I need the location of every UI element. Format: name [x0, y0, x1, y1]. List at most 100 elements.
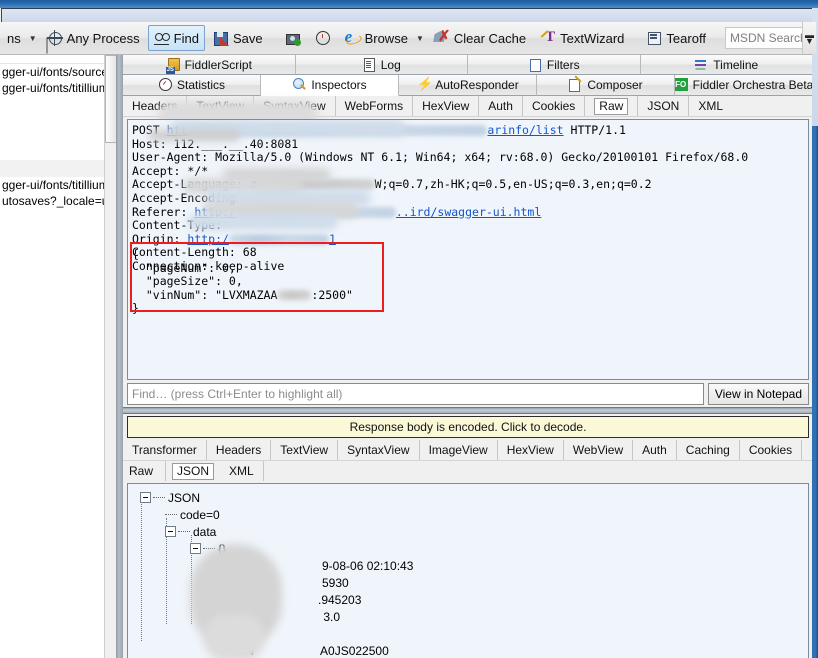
- toolbar-overflow-button[interactable]: ▬ ▼: [802, 22, 816, 54]
- tab-label: Auth: [642, 443, 667, 457]
- tree-node-field[interactable]: 9-08-06 02:10:43: [136, 557, 808, 574]
- textwizard-button[interactable]: TextWizard: [534, 25, 630, 51]
- tab-log[interactable]: Log: [295, 55, 468, 75]
- find-input[interactable]: Find… (press Ctrl+Enter to highlight all…: [127, 383, 704, 405]
- tab-fiddler-orchestra[interactable]: Fiddler Orchestra Beta: [675, 75, 812, 96]
- clear-cache-button[interactable]: Clear Cache: [428, 25, 532, 51]
- tree-node-object[interactable]: {}: [136, 540, 808, 557]
- request-tab-json[interactable]: JSON: [638, 96, 690, 116]
- tab-composer[interactable]: Composer: [537, 75, 675, 96]
- tree-field-value: 9-08-06 02:10:43: [322, 558, 414, 573]
- tree-dots: [215, 598, 227, 601]
- any-process-button[interactable]: Any Process: [41, 25, 146, 51]
- tree-node-field[interactable]: so: [136, 625, 808, 642]
- tab-label: FiddlerScript: [184, 57, 252, 72]
- tab-label: WebView: [572, 443, 624, 457]
- session-list[interactable]: gger-ui/fonts/source… gger-ui/fonts/titi…: [0, 55, 105, 658]
- tab-autoresponder[interactable]: AutoResponder: [399, 75, 537, 96]
- response-tab-caching[interactable]: Caching: [677, 440, 740, 460]
- request-tab-hexview[interactable]: HexView: [413, 96, 480, 116]
- request-url-link-end[interactable]: arinfo/list: [487, 123, 563, 137]
- save-label: Save: [232, 30, 263, 46]
- response-tab-json[interactable]: JSON: [165, 461, 220, 481]
- session-row[interactable]: [0, 128, 104, 144]
- referer-link[interactable]: http:/: [194, 205, 236, 219]
- tab-timeline[interactable]: Timeline: [640, 55, 812, 75]
- session-list-header-gap: [0, 55, 104, 64]
- session-row[interactable]: gger-ui/fonts/source…: [0, 64, 104, 80]
- session-row[interactable]: [0, 96, 104, 112]
- header-accept-encoding: Accept-Encoding: [132, 190, 236, 205]
- find-button[interactable]: Find: [147, 25, 205, 51]
- response-tab-imageview[interactable]: ImageView: [420, 440, 498, 460]
- session-row-highlighted[interactable]: [0, 160, 104, 177]
- request-response-splitter[interactable]: [123, 407, 812, 414]
- request-tab-headers[interactable]: Headers: [123, 96, 188, 116]
- screenshot-button[interactable]: [279, 25, 307, 51]
- view-in-notepad-button[interactable]: View in Notepad: [707, 383, 809, 405]
- response-tab-cookies[interactable]: Cookies: [740, 440, 803, 460]
- body-brace-open: {: [132, 247, 139, 261]
- session-row[interactable]: gger-ui/fonts/titillium…: [0, 80, 104, 96]
- request-tab-textview[interactable]: TextView: [187, 96, 255, 116]
- timer-button[interactable]: [309, 25, 337, 51]
- tree-expander-icon[interactable]: [140, 492, 151, 503]
- response-tab-syntaxview[interactable]: SyntaxView: [338, 440, 420, 460]
- tree-node-field[interactable]: .945203: [136, 591, 808, 608]
- tree-node-code[interactable]: code=0: [136, 506, 808, 523]
- tab-label: AutoResponder: [435, 78, 519, 92]
- tab-label: Raw: [129, 464, 154, 478]
- response-tab-auth[interactable]: Auth: [633, 440, 677, 460]
- tab-fiddlerscript[interactable]: FiddlerScript: [123, 55, 296, 75]
- tree-node-root[interactable]: JSON: [136, 489, 808, 506]
- tearoff-button[interactable]: Tearoff: [640, 25, 712, 51]
- session-row[interactable]: [0, 112, 104, 128]
- primary-tabstrip-row1: FiddlerScript Log Filters Timeline: [123, 55, 812, 75]
- response-tab-webview[interactable]: WebView: [564, 440, 634, 460]
- response-tab-transformer[interactable]: Transformer: [123, 440, 207, 460]
- response-tab-headers[interactable]: Headers: [207, 440, 272, 460]
- response-tab-textview[interactable]: TextView: [271, 440, 339, 460]
- request-tab-xml[interactable]: XML: [689, 96, 732, 116]
- request-raw-panel[interactable]: POST htt arinfo/list HTTP/1.1 Host: 112._…: [127, 119, 809, 380]
- tree-node-field[interactable]: 5930: [136, 574, 808, 591]
- session-row[interactable]: [0, 144, 104, 160]
- tab-statistics[interactable]: Statistics: [123, 75, 261, 96]
- response-tab-xml[interactable]: XML: [220, 461, 264, 481]
- decode-notice-bar[interactable]: Response body is encoded. Click to decod…: [127, 416, 809, 438]
- find-label: Find: [173, 30, 199, 46]
- tree-dots: [215, 649, 227, 652]
- msdn-search-input[interactable]: MSDN Search...: [724, 27, 812, 49]
- tree-expander-icon[interactable]: [165, 526, 176, 537]
- request-tab-webforms[interactable]: WebForms: [336, 96, 414, 116]
- tree-node-field[interactable]: vinN A0JS022500: [136, 642, 808, 658]
- session-row[interactable]: utosaves?_locale=u…: [0, 193, 104, 209]
- request-tab-raw[interactable]: Raw: [585, 96, 639, 116]
- response-json-tree-panel[interactable]: JSON code=0 data {} 9-08-06 02:10:43 593…: [127, 483, 809, 658]
- response-tab-hexview[interactable]: HexView: [498, 440, 564, 460]
- browse-button[interactable]: Browse: [339, 25, 414, 51]
- tab-inspectors[interactable]: Inspectors: [261, 75, 399, 96]
- request-tab-cookies[interactable]: Cookies: [523, 96, 586, 116]
- tree-node-field[interactable]: mil 3.0: [136, 608, 808, 625]
- tab-label: TextView: [280, 443, 329, 457]
- request-url-link[interactable]: htt: [167, 123, 188, 137]
- browse-dropdown-caret-icon[interactable]: ▼: [416, 34, 424, 43]
- response-tab-raw[interactable]: Raw: [123, 461, 165, 481]
- panel-splitter[interactable]: [116, 55, 123, 658]
- tab-filters[interactable]: Filters: [468, 55, 641, 75]
- referer-link-end[interactable]: ..ird/swagger-ui.html: [396, 205, 541, 219]
- session-row[interactable]: gger-ui/fonts/titillium…: [0, 177, 104, 193]
- tab-label: HexView: [422, 99, 470, 113]
- save-button[interactable]: Save: [207, 25, 269, 51]
- request-tab-auth[interactable]: Auth: [479, 96, 523, 116]
- origin-link[interactable]: http:/: [187, 232, 229, 246]
- tree-field-name: mil: [230, 609, 246, 624]
- origin-link-end[interactable]: 1: [329, 232, 336, 246]
- process-dropdown-caret-icon[interactable]: ▼: [29, 34, 37, 43]
- tree-dots: [215, 564, 227, 567]
- tree-expander-icon[interactable]: [190, 543, 201, 554]
- any-process-label: Any Process: [66, 30, 140, 46]
- tree-node-data[interactable]: data: [136, 523, 808, 540]
- request-tab-syntaxview[interactable]: SyntaxView: [254, 96, 336, 116]
